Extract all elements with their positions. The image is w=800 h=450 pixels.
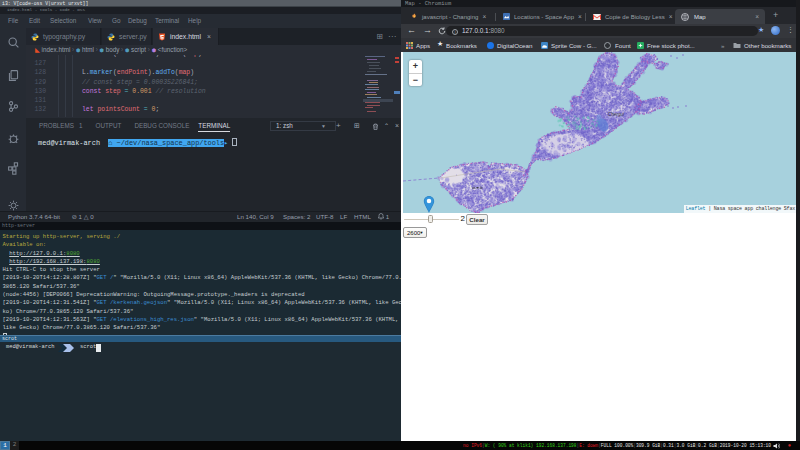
svg-text:Chergui: Chergui xyxy=(608,112,625,117)
